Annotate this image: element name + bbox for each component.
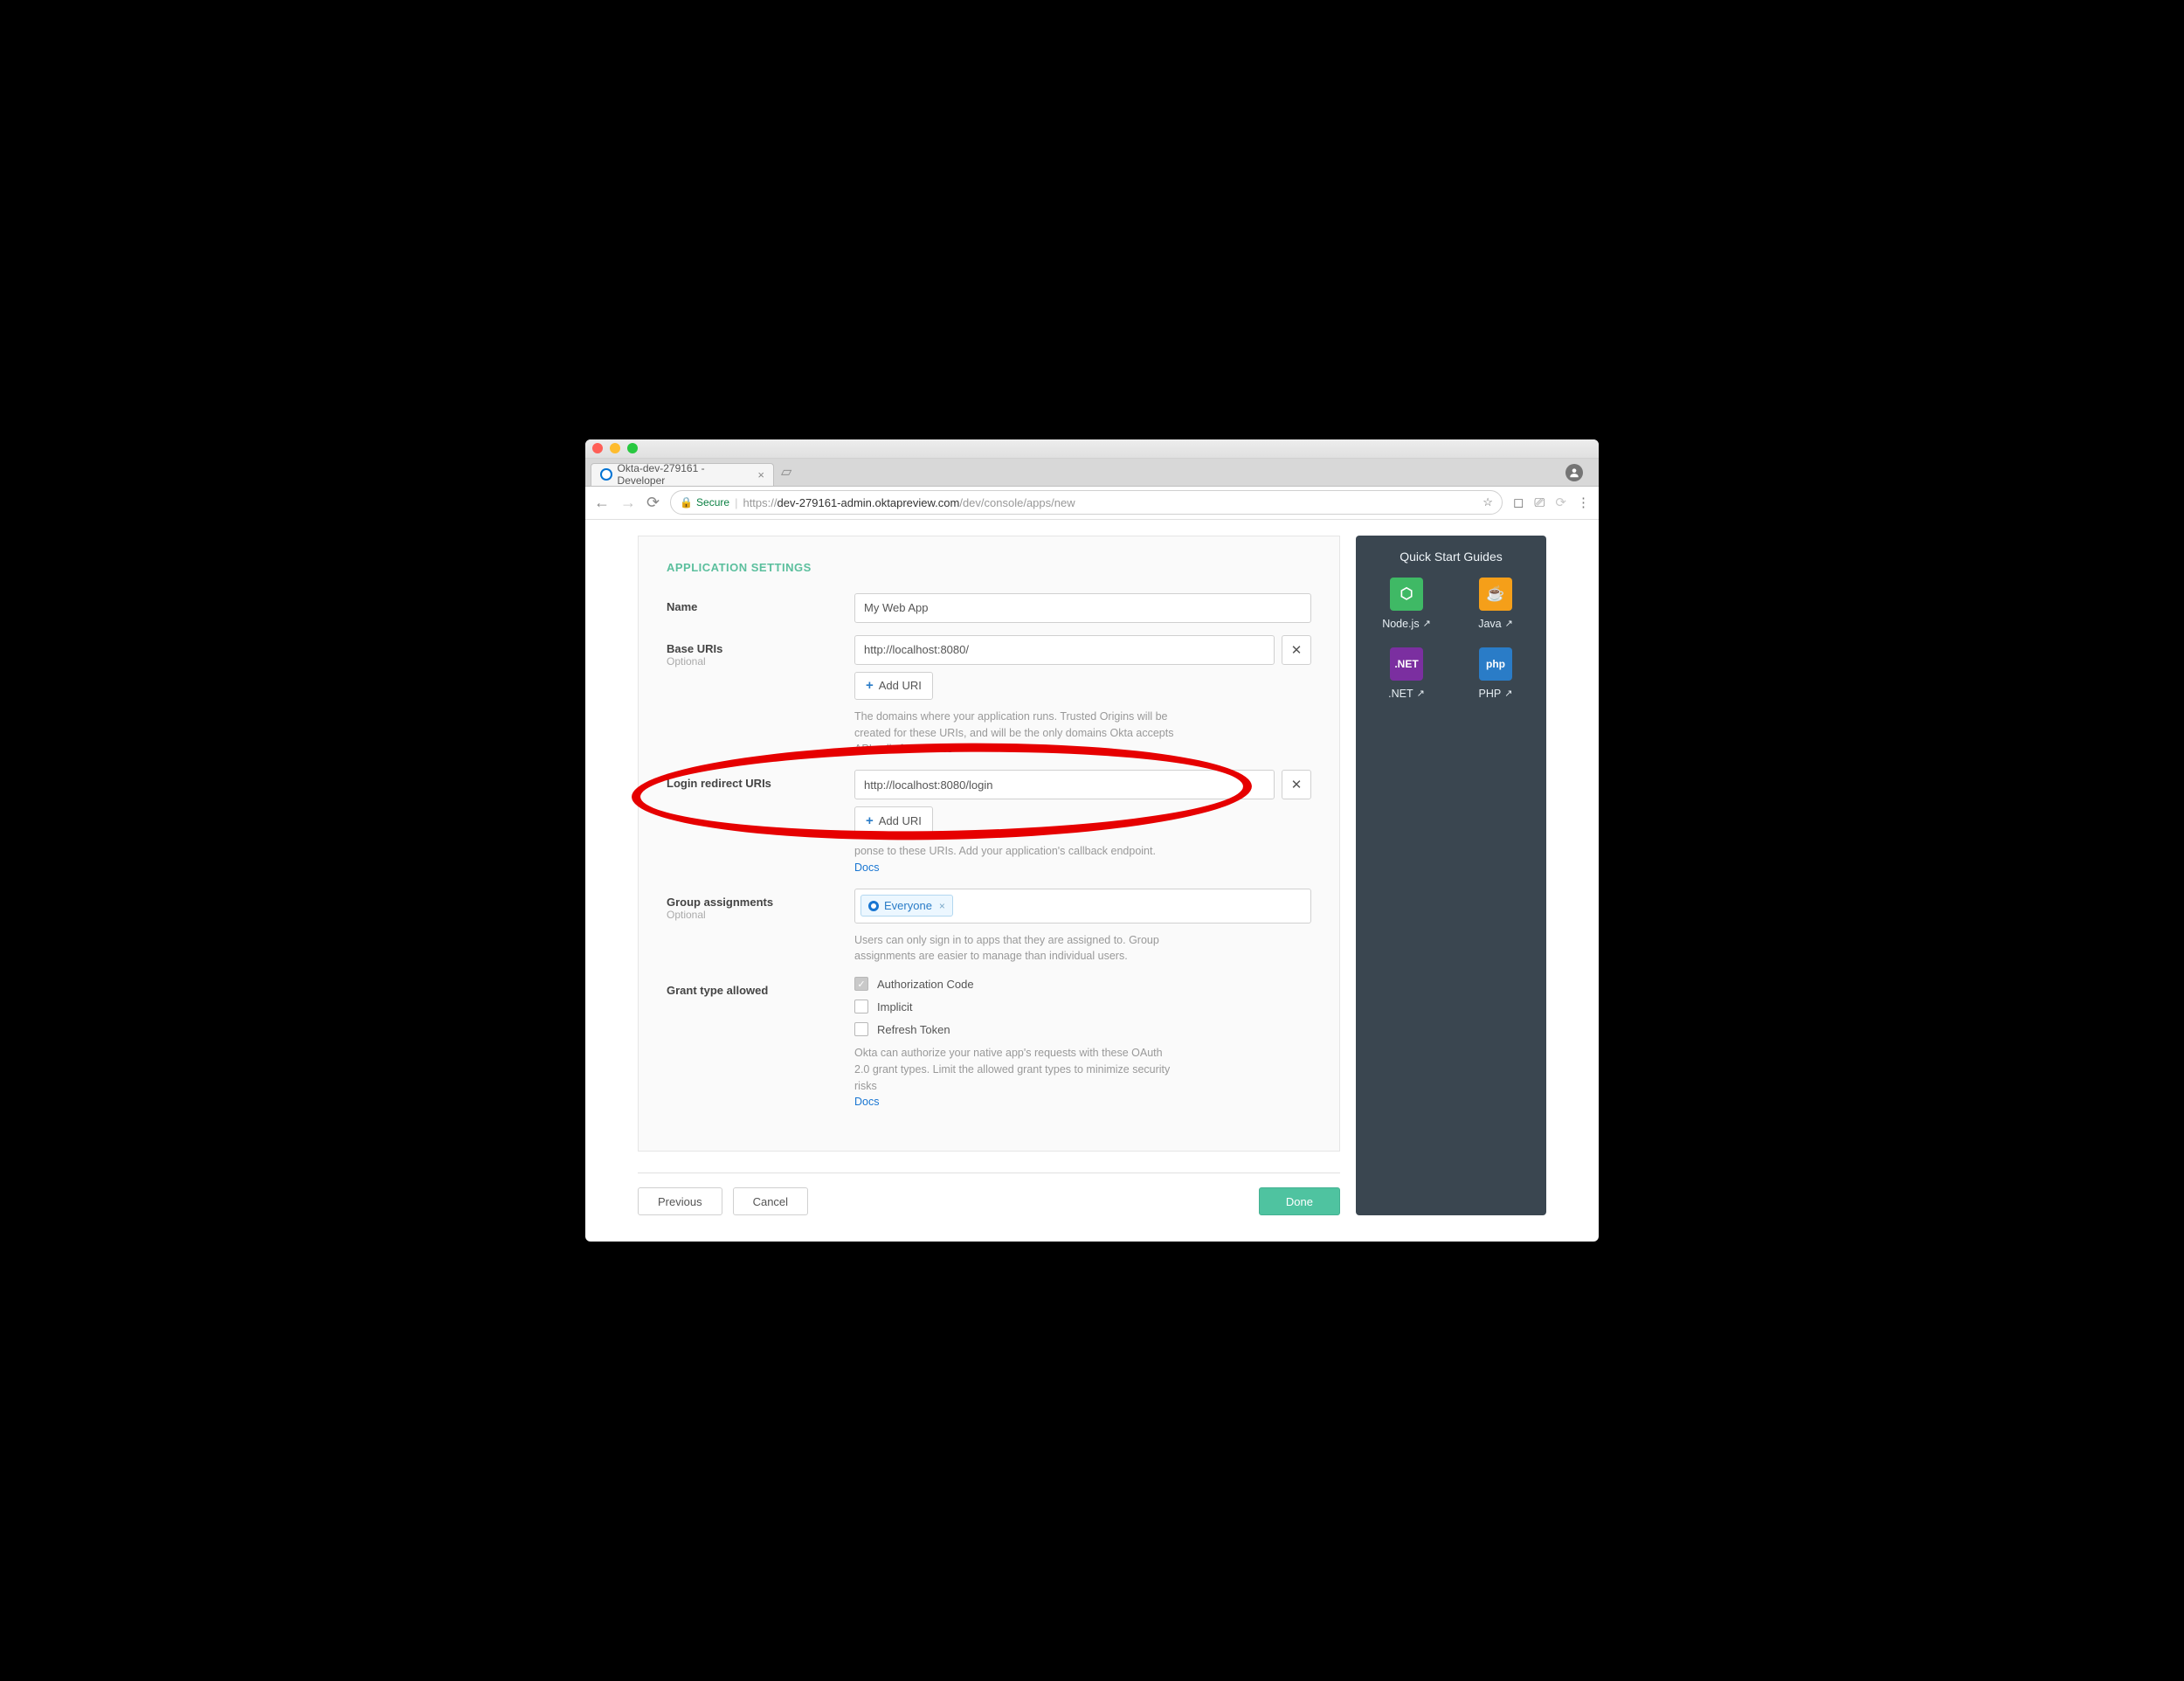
- login-redirect-help: ponse to these URIs. Add your applicatio…: [854, 843, 1178, 876]
- group-chip-label: Everyone: [884, 899, 932, 912]
- bookmark-star-icon[interactable]: ☆: [1482, 495, 1493, 509]
- cast-icon[interactable]: ⎚: [1534, 495, 1545, 510]
- add-base-uri-button[interactable]: + Add URI: [854, 672, 933, 700]
- add-uri-label: Add URI: [879, 814, 922, 827]
- guide-java[interactable]: ☕ Java ↗: [1455, 578, 1536, 630]
- guide-dotnet[interactable]: .NET .NET ↗: [1366, 647, 1447, 700]
- field-grant-type: Grant type allowed ✓ Authorization Code …: [667, 977, 1311, 1110]
- cancel-button[interactable]: Cancel: [733, 1187, 808, 1215]
- plus-icon: +: [866, 678, 874, 693]
- secure-lock-icon: 🔒 Secure: [680, 496, 729, 508]
- sync-icon[interactable]: ⟳: [1555, 495, 1566, 510]
- done-button[interactable]: Done: [1259, 1187, 1340, 1215]
- traffic-lights: [592, 443, 638, 453]
- dotnet-icon: .NET: [1390, 647, 1423, 681]
- remove-chip-icon[interactable]: ×: [939, 900, 945, 912]
- close-window-icon[interactable]: [592, 443, 603, 453]
- close-tab-icon[interactable]: ×: [757, 468, 764, 481]
- browser-tab[interactable]: Okta-dev-279161 - Developer ×: [591, 463, 774, 486]
- field-login-redirect: Login redirect URIs ✕ + Add URI: [667, 770, 1311, 876]
- groups-help: Users can only sign in to apps that they…: [854, 932, 1178, 965]
- grant-help: Okta can authorize your native app's req…: [854, 1045, 1178, 1110]
- base-uris-label: Base URIs: [667, 642, 722, 655]
- quick-start-sidebar: Quick Start Guides ⬡ Node.js ↗ ☕ Java ↗ .N…: [1356, 536, 1546, 1215]
- tab-strip: Okta-dev-279161 - Developer × ▱: [585, 459, 1599, 487]
- name-input[interactable]: [854, 593, 1311, 623]
- guide-label: PHP: [1479, 688, 1502, 700]
- external-link-icon: ↗: [1417, 688, 1425, 699]
- grant-label: Grant type allowed: [667, 977, 854, 1110]
- external-link-icon: ↗: [1504, 688, 1512, 699]
- extension-icons: ◻ ⎚ ⟳ ⋮: [1513, 495, 1590, 510]
- java-icon: ☕: [1479, 578, 1512, 611]
- external-link-icon: ↗: [1423, 618, 1431, 629]
- sidebar-title: Quick Start Guides: [1356, 550, 1546, 564]
- extension-icon[interactable]: ◻: [1513, 495, 1524, 510]
- login-redirect-label: Login redirect URIs: [667, 770, 854, 876]
- guide-nodejs[interactable]: ⬡ Node.js ↗: [1366, 578, 1447, 630]
- external-link-icon: ↗: [1505, 618, 1513, 629]
- reload-button[interactable]: ⟳: [646, 494, 660, 512]
- secure-label: Secure: [696, 496, 729, 508]
- menu-icon[interactable]: ⋮: [1577, 495, 1590, 510]
- grant-opt-label: Implicit: [877, 1000, 912, 1013]
- previous-button[interactable]: Previous: [638, 1187, 722, 1215]
- add-uri-label: Add URI: [879, 679, 922, 692]
- base-uris-sublabel: Optional: [667, 655, 854, 668]
- field-group-assignments: Group assignments Optional Everyone ×: [667, 889, 1311, 965]
- remove-login-redirect-button[interactable]: ✕: [1282, 770, 1311, 799]
- new-tab-button[interactable]: ▱: [774, 463, 798, 481]
- groups-sublabel: Optional: [667, 909, 854, 921]
- minimize-window-icon[interactable]: [610, 443, 620, 453]
- plus-icon: +: [866, 813, 874, 828]
- okta-favicon-icon: [600, 468, 612, 481]
- field-base-uris: Base URIs Optional ✕ + Add URI: [667, 635, 1311, 757]
- groups-label: Group assignments: [667, 896, 773, 909]
- zoom-window-icon[interactable]: [627, 443, 638, 453]
- base-uris-docs-link[interactable]: Docs: [928, 743, 952, 755]
- back-button[interactable]: ←: [594, 494, 610, 512]
- remove-base-uri-button[interactable]: ✕: [1282, 635, 1311, 665]
- checkbox-icon: [854, 1022, 868, 1036]
- checkbox-checked-icon: ✓: [854, 977, 868, 991]
- grant-opt-label: Authorization Code: [877, 978, 974, 991]
- browser-toolbar: ← → ⟳ 🔒 Secure | https://dev-279161-admi…: [585, 487, 1599, 520]
- mac-titlebar: [585, 439, 1599, 459]
- login-redirect-input[interactable]: [854, 770, 1275, 799]
- page-content: APPLICATION SETTINGS Name Base URIs Opti…: [585, 520, 1599, 1242]
- checkbox-icon: [854, 1000, 868, 1013]
- guide-label: Node.js: [1382, 618, 1419, 630]
- browser-window: Okta-dev-279161 - Developer × ▱ ← → ⟳ 🔒 …: [585, 439, 1599, 1242]
- profile-avatar-icon[interactable]: [1565, 464, 1583, 481]
- guide-php[interactable]: php PHP↗: [1455, 647, 1536, 700]
- base-uri-input[interactable]: [854, 635, 1275, 665]
- application-settings-panel: APPLICATION SETTINGS Name Base URIs Opti…: [638, 536, 1340, 1152]
- grant-implicit[interactable]: Implicit: [854, 1000, 1311, 1013]
- grant-opt-label: Refresh Token: [877, 1023, 950, 1036]
- address-bar[interactable]: 🔒 Secure | https://dev-279161-admin.okta…: [670, 490, 1503, 515]
- login-redirect-docs-link[interactable]: Docs: [854, 861, 879, 874]
- base-uris-help: The domains where your application runs.…: [854, 709, 1178, 757]
- group-chip-everyone[interactable]: Everyone ×: [860, 895, 953, 917]
- php-icon: php: [1479, 647, 1512, 681]
- field-name: Name: [667, 593, 1311, 623]
- url-text: https://dev-279161-admin.oktapreview.com…: [743, 496, 1075, 509]
- forward-button[interactable]: →: [620, 494, 636, 512]
- add-login-redirect-button[interactable]: + Add URI: [854, 806, 933, 834]
- guide-label: .NET: [1388, 688, 1413, 700]
- groups-input[interactable]: Everyone ×: [854, 889, 1311, 924]
- action-bar: Previous Cancel Done: [638, 1187, 1340, 1215]
- grant-auth-code[interactable]: ✓ Authorization Code: [854, 977, 1311, 991]
- grant-docs-link[interactable]: Docs: [854, 1096, 879, 1108]
- group-radio-icon: [868, 901, 879, 911]
- grant-refresh-token[interactable]: Refresh Token: [854, 1022, 1311, 1036]
- name-label: Name: [667, 593, 854, 623]
- nodejs-icon: ⬡: [1390, 578, 1423, 611]
- tab-title: Okta-dev-279161 - Developer: [618, 462, 750, 487]
- guide-label: Java: [1478, 618, 1501, 630]
- section-title: APPLICATION SETTINGS: [667, 561, 1311, 574]
